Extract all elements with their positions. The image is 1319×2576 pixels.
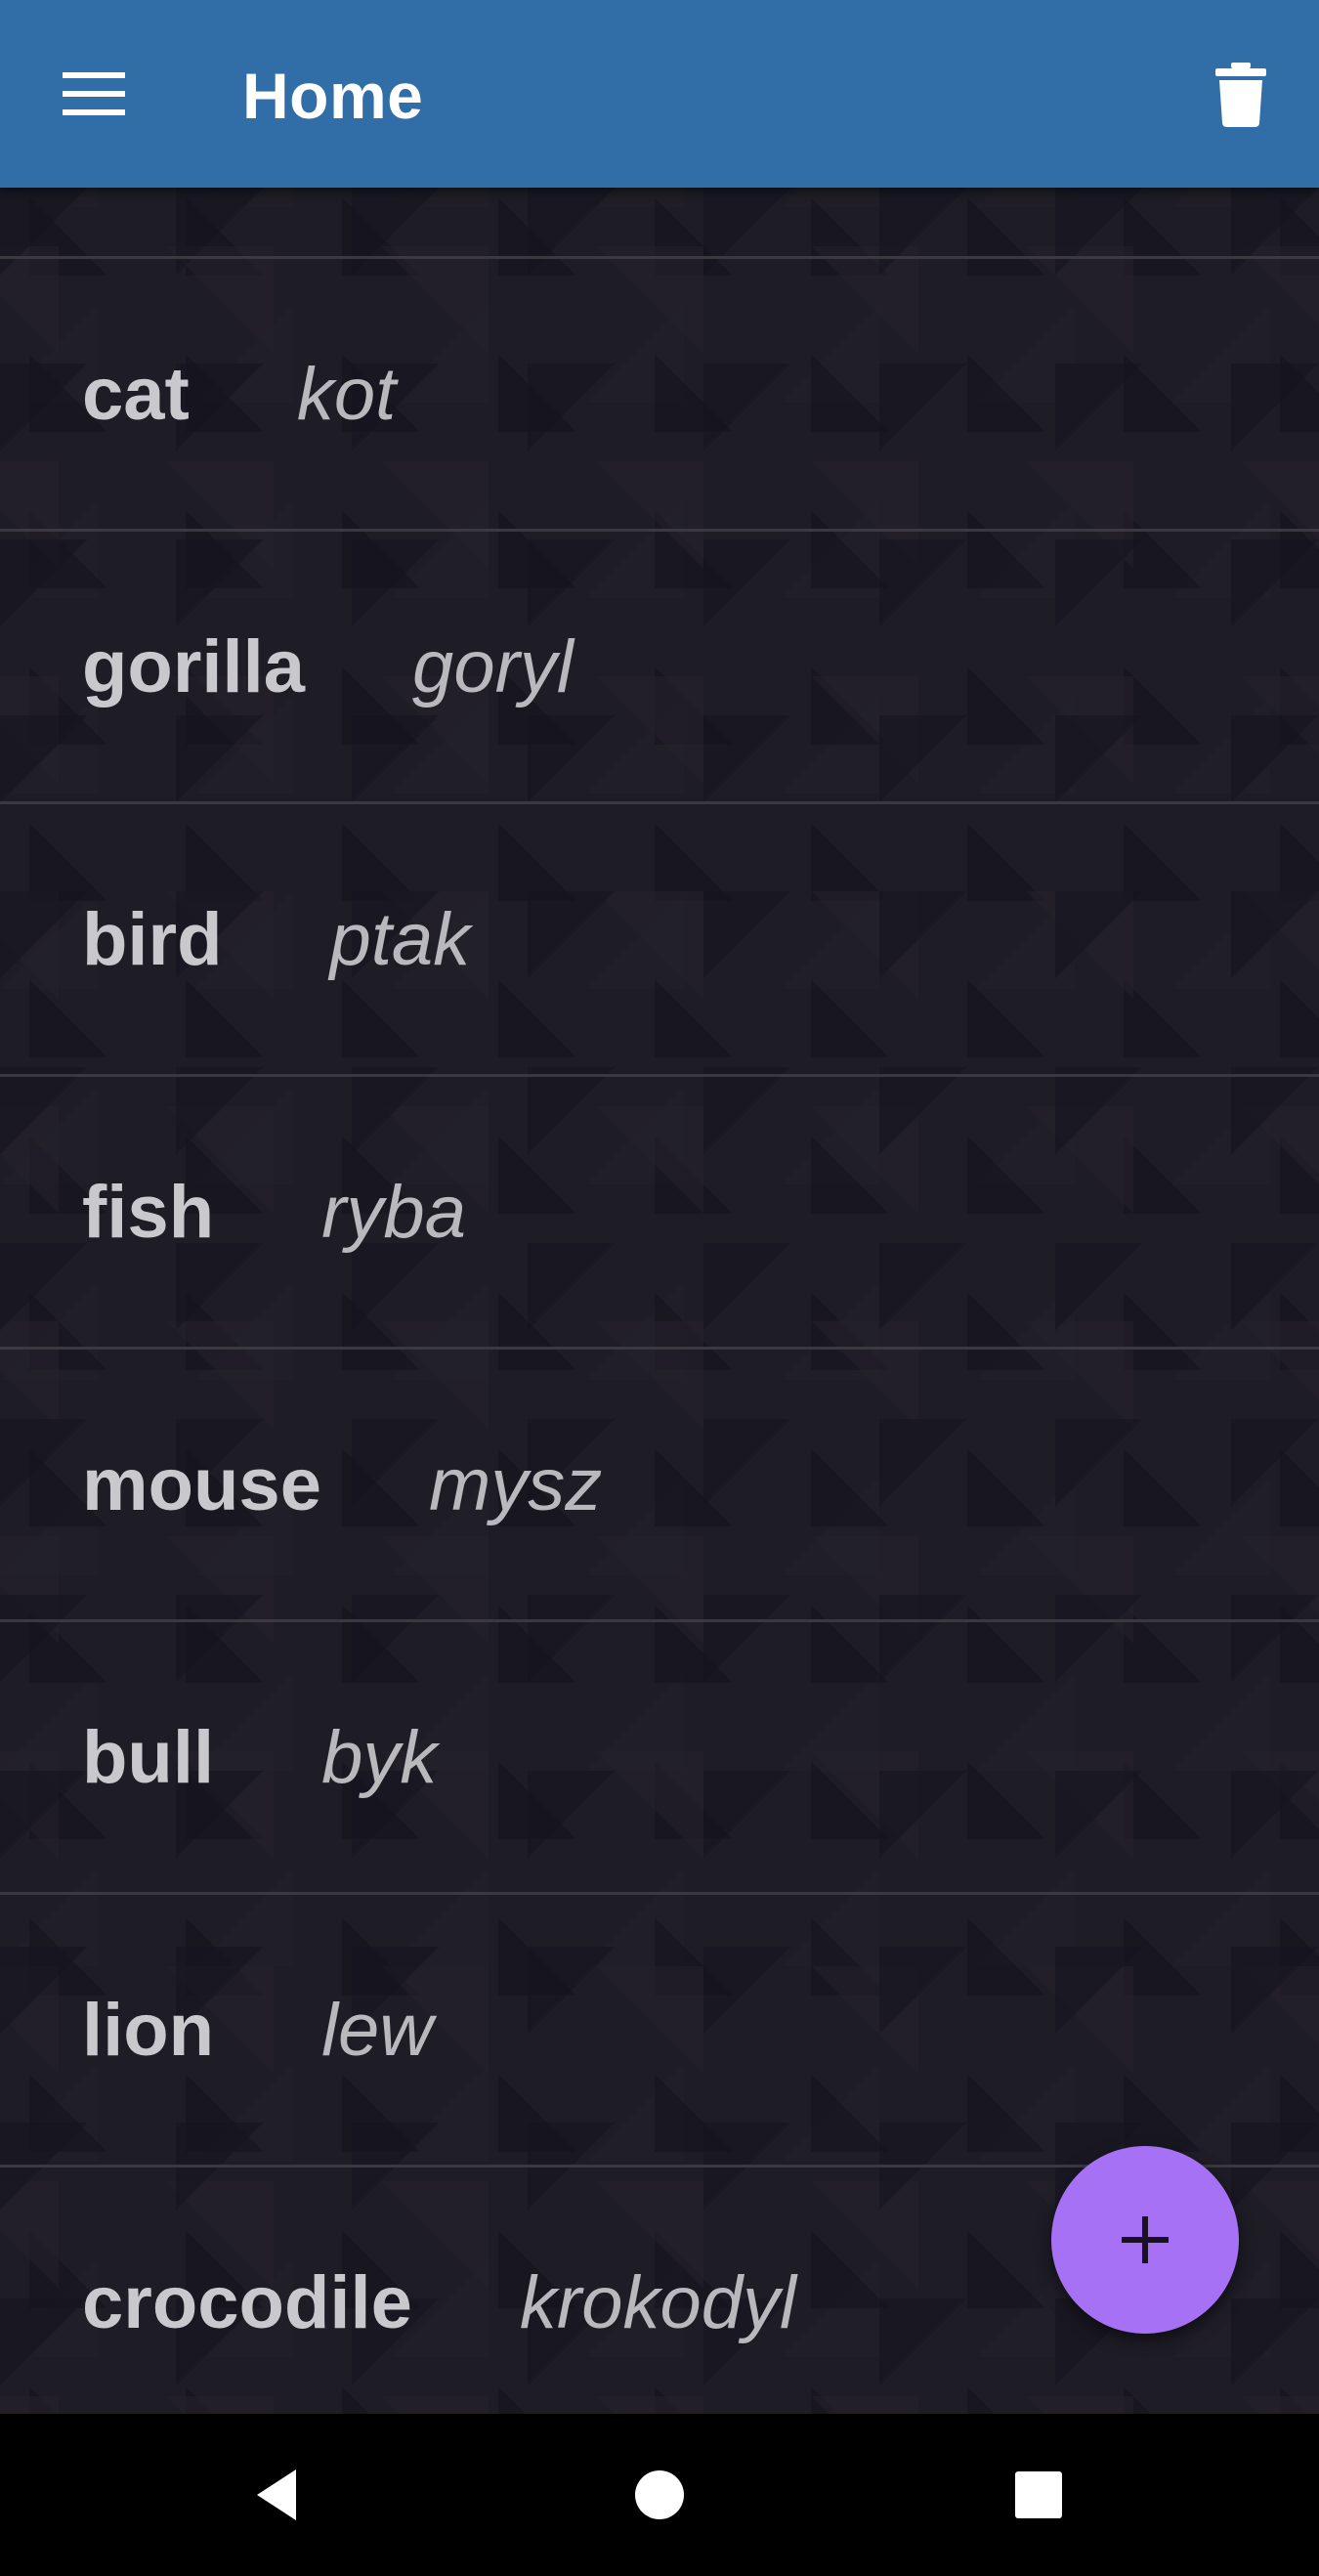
word-translation: goryl	[412, 624, 574, 708]
word-english: cat	[82, 352, 190, 436]
word-translation: byk	[321, 1715, 438, 1799]
word-list: cat kot gorilla goryl bird ptak fish ryb…	[0, 188, 1319, 2414]
back-triangle-icon	[257, 2469, 296, 2520]
list-item[interactable]: gorilla goryl	[0, 532, 1319, 804]
recents-button[interactable]	[985, 2441, 1092, 2549]
word-translation: ptak	[329, 897, 471, 981]
list-item[interactable]: cat kot	[0, 259, 1319, 532]
word-translation: mysz	[428, 1442, 603, 1526]
word-english: gorilla	[82, 624, 306, 708]
home-button[interactable]	[606, 2441, 713, 2549]
word-english: fish	[82, 1170, 215, 1254]
list-item[interactable]: bull byk	[0, 1622, 1319, 1895]
word-translation: krokodyl	[519, 2260, 796, 2344]
plus-icon	[1122, 2216, 1169, 2263]
word-translation: ryba	[321, 1170, 466, 1254]
app-bar: Home	[0, 0, 1319, 188]
delete-button[interactable]	[1192, 45, 1290, 143]
list-item[interactable]: fish ryba	[0, 1077, 1319, 1350]
back-button[interactable]	[225, 2441, 332, 2549]
word-translation: kot	[296, 352, 397, 436]
list-item[interactable]: bird ptak	[0, 804, 1319, 1077]
list-item[interactable]: lion lew	[0, 1895, 1319, 2168]
add-word-button[interactable]	[1051, 2146, 1239, 2334]
home-circle-icon	[635, 2470, 684, 2519]
menu-button[interactable]	[39, 45, 149, 143]
word-english: bull	[82, 1715, 215, 1799]
word-english: mouse	[82, 1442, 321, 1526]
system-navigation-bar	[0, 2414, 1319, 2576]
hamburger-menu-icon	[63, 72, 125, 115]
word-english: bird	[82, 897, 223, 981]
trash-icon	[1215, 63, 1266, 127]
word-english: crocodile	[82, 2260, 412, 2344]
list-item[interactable]: mouse mysz	[0, 1350, 1319, 1622]
page-title: Home	[242, 60, 424, 132]
word-translation: lew	[321, 1988, 434, 2072]
word-english: lion	[82, 1988, 215, 2072]
recents-square-icon	[1015, 2471, 1062, 2518]
